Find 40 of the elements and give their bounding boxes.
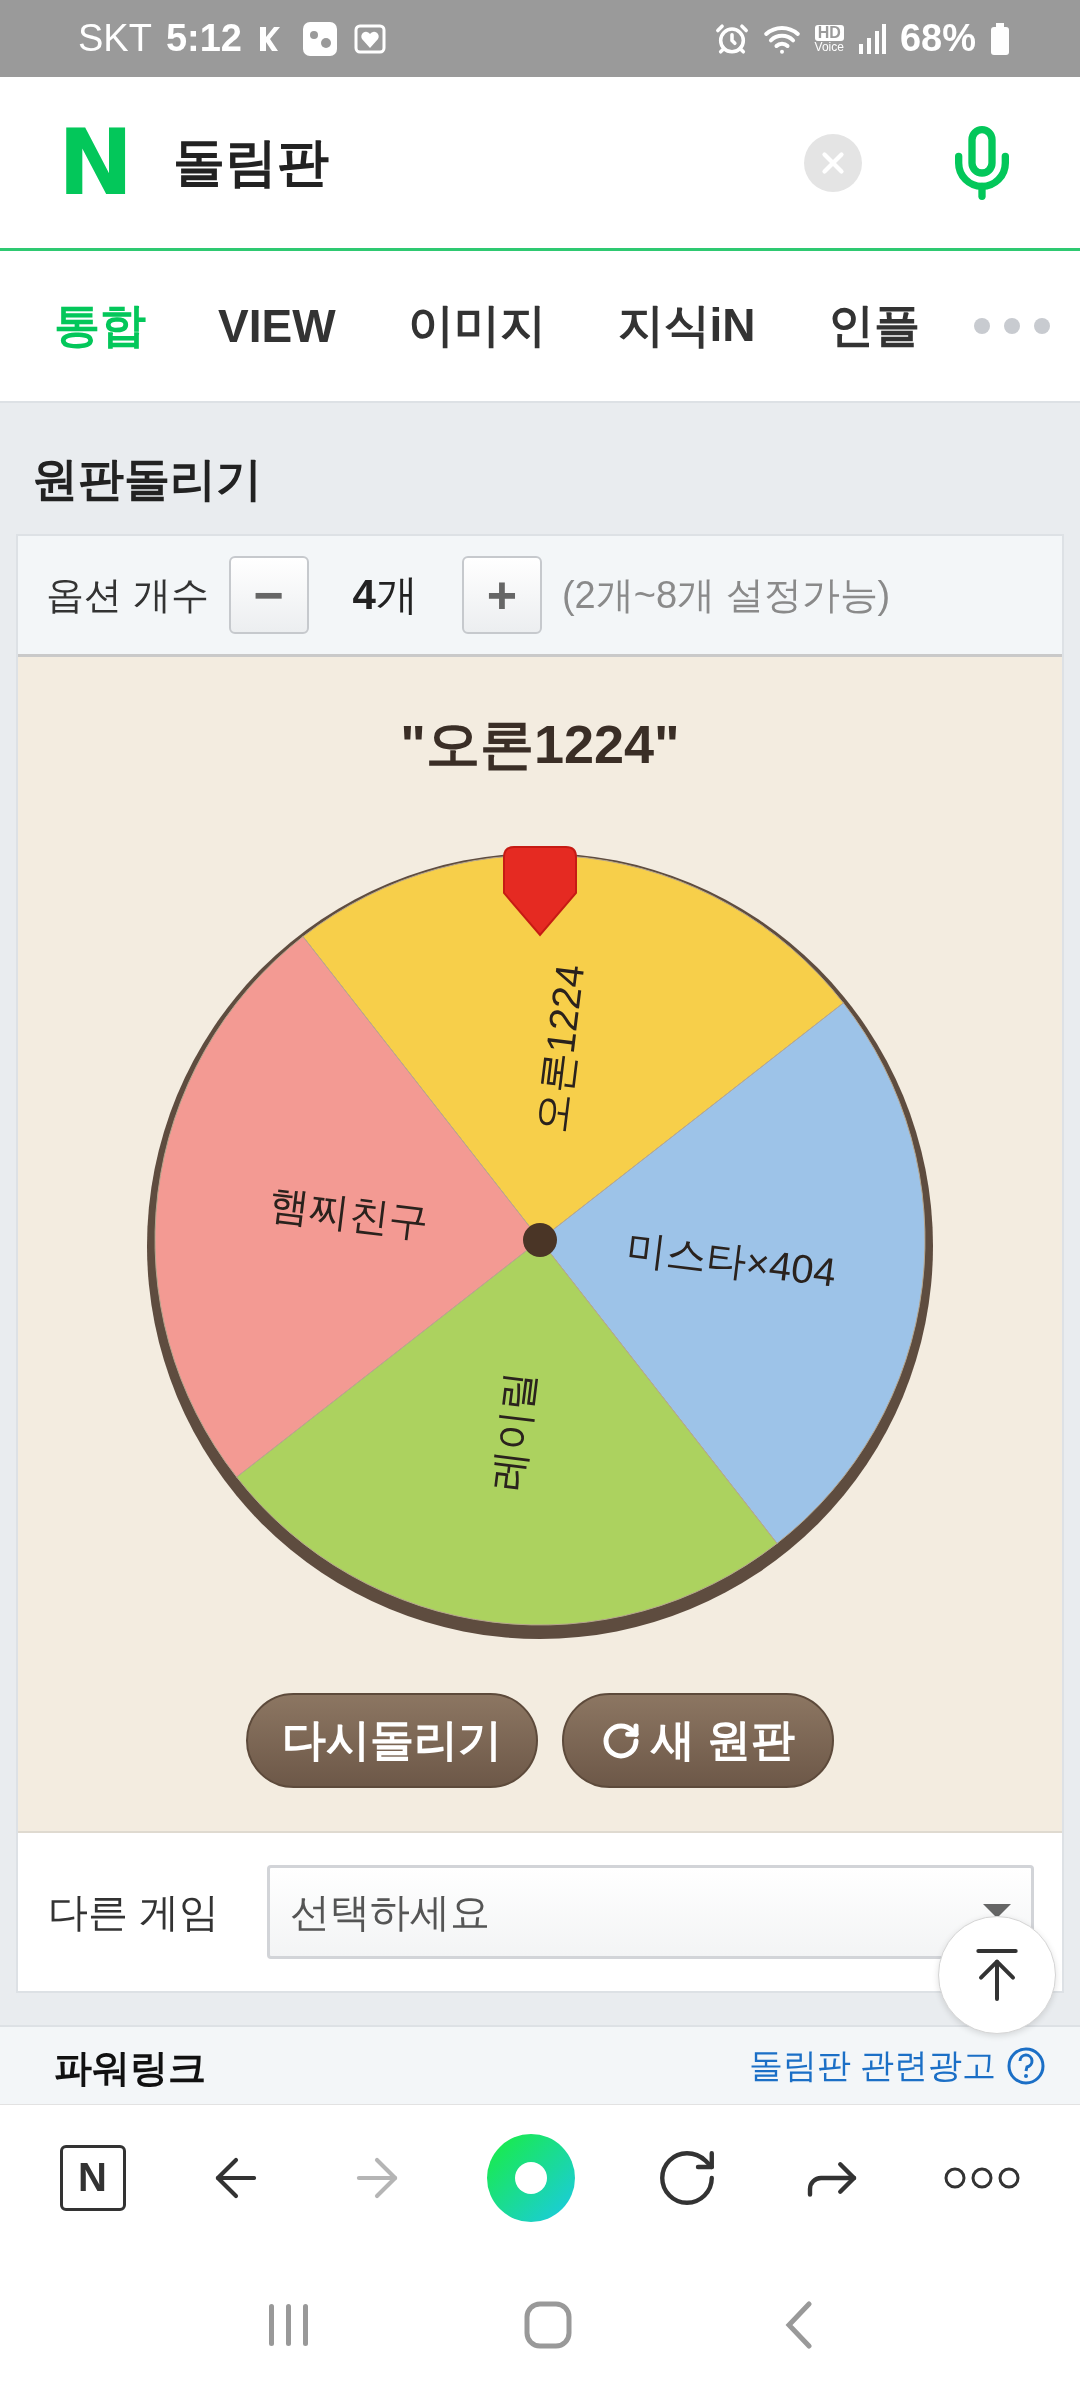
voice-label: Voice — [814, 40, 844, 53]
option-count: 4개 — [352, 570, 418, 620]
battery-icon — [990, 22, 1010, 55]
decrease-button[interactable]: − — [228, 556, 309, 634]
battery-percent: 68% — [899, 17, 976, 60]
clock: 5:12 — [165, 17, 242, 60]
logo: N — [58, 117, 134, 208]
home-icon[interactable] — [524, 2301, 572, 2349]
range-hint: (2개~8개 설정가능) — [561, 572, 891, 618]
alarm-icon — [714, 21, 749, 56]
help-icon[interactable] — [1006, 2046, 1046, 2086]
search-tab[interactable]: 이미지 — [407, 295, 546, 357]
home-button[interactable]: N — [59, 2144, 126, 2211]
more-button[interactable] — [944, 2166, 1021, 2189]
game-select[interactable]: 선택하세요 — [267, 1865, 1034, 1959]
slice-label: 오론1224 — [527, 961, 593, 1136]
back-icon[interactable] — [785, 2301, 814, 2349]
search-tab[interactable]: 지식iN — [617, 295, 756, 357]
slice-label: 미스타×404 — [624, 1225, 839, 1295]
other-game-label: 다른 게임 — [48, 1888, 220, 1936]
pointer-icon — [503, 846, 577, 936]
signal-icon — [857, 23, 886, 54]
powerlink-title: 파워링크 — [54, 2046, 206, 2091]
increase-button[interactable]: + — [461, 556, 542, 634]
search-tab[interactable]: 인플 — [827, 295, 920, 357]
search-tab[interactable]: VIEW — [218, 299, 336, 353]
related-ads-link[interactable]: 돌림판 관련광고 — [748, 2043, 1046, 2089]
slice-label: 레이릴 — [484, 1368, 543, 1493]
new-wheel-button[interactable]: 새 원판 — [562, 1693, 834, 1788]
app-icon — [301, 20, 338, 57]
search-query[interactable]: 돌림판 — [173, 127, 330, 198]
hd-label: HD — [814, 24, 844, 41]
carrier-name: SKT — [78, 17, 152, 60]
slice-label: 햄찌친구 — [267, 1181, 432, 1245]
spin-again-button[interactable]: 다시돌리기 — [246, 1693, 538, 1788]
wheel-hub — [523, 1223, 557, 1257]
section-title: 원판돌리기 — [31, 451, 263, 507]
recent-apps-icon[interactable] — [266, 2302, 311, 2348]
result-title: "오론1224" — [400, 713, 680, 776]
option-count-label: 옵션 개수 — [46, 572, 209, 618]
